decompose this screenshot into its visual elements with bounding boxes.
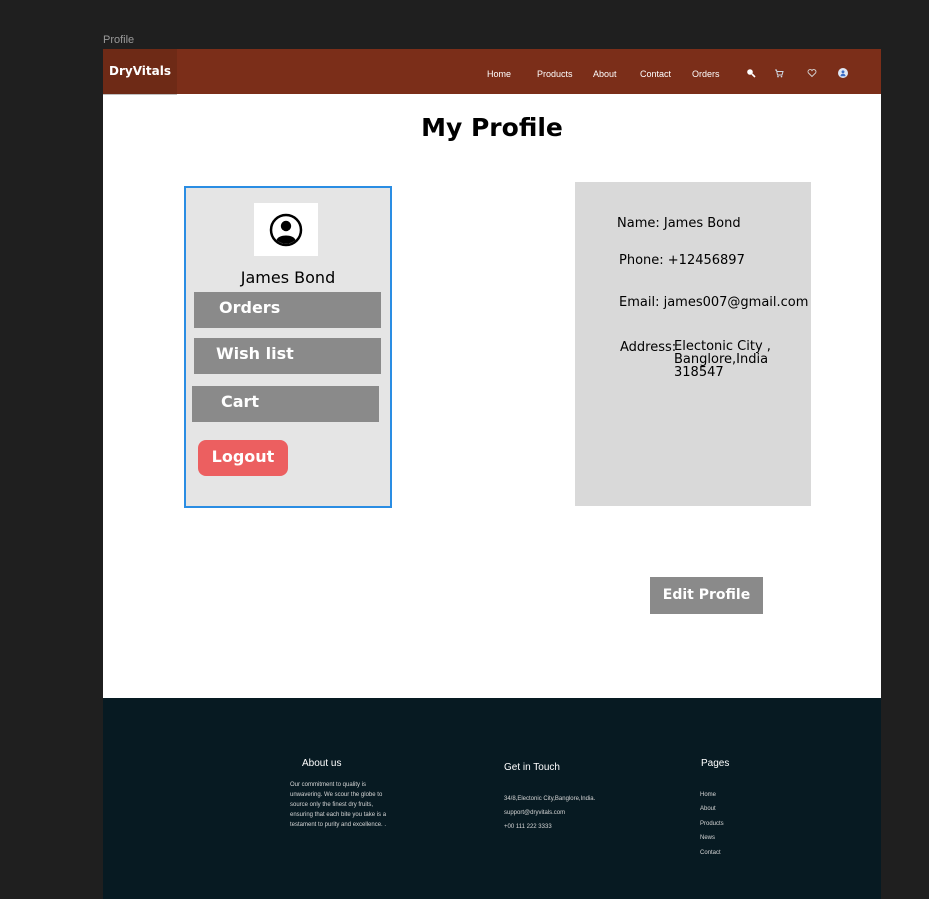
- footer-link-contact[interactable]: Contact: [700, 846, 724, 860]
- footer: About us Our commitment to quality is un…: [103, 698, 881, 899]
- navbar: DryVitals Home Products About Contact Or…: [103, 49, 881, 94]
- about-line: source only the finest dry fruits,: [290, 802, 374, 808]
- frame-label: Profile: [103, 34, 135, 46]
- nav-contact[interactable]: Contact: [640, 69, 671, 79]
- profile-address: Electonic City , Banglore,India 318547: [674, 340, 771, 379]
- logout-button[interactable]: Logout: [198, 440, 288, 476]
- about-line: testament to purity and excellence. .: [290, 822, 387, 828]
- orders-button[interactable]: Orders: [194, 292, 381, 328]
- footer-link-about[interactable]: About: [700, 802, 724, 816]
- footer-phone: +00 111 222 3333: [504, 824, 552, 830]
- about-line: Our commitment to quality is: [290, 782, 367, 788]
- footer-link-home[interactable]: Home: [700, 788, 724, 802]
- footer-about-heading: About us: [302, 758, 342, 769]
- footer-email[interactable]: support@dryvitals.com: [504, 806, 595, 820]
- footer-pages-heading: Pages: [701, 758, 730, 769]
- site-logo[interactable]: DryVitals: [103, 49, 177, 94]
- profile-details: Name: James Bond Phone: +12456897 Email:…: [575, 182, 811, 506]
- footer-address: 34/8,Electonic City,Banglore,India.: [504, 796, 596, 802]
- page-title: My Profile: [421, 113, 563, 142]
- cart-button[interactable]: Cart: [192, 386, 379, 422]
- profile-name: Name: James Bond: [617, 216, 741, 231]
- about-line: unwavering. We scour the globe to: [290, 792, 383, 798]
- profile-sidebar: James Bond Orders Wish list Cart Logout: [184, 186, 392, 508]
- wishlist-button[interactable]: Wish list: [194, 338, 381, 374]
- about-line: ensuring that each bite you take is a: [290, 812, 387, 818]
- avatar: [254, 203, 318, 256]
- profile-address-label: Address:: [620, 340, 677, 355]
- profile-page: DryVitals Home Products About Contact Or…: [103, 49, 881, 899]
- profile-email: Email: james007@gmail.com: [619, 295, 809, 310]
- footer-contact: 34/8,Electonic City,Banglore,India. supp…: [504, 792, 595, 834]
- user-name: James Bond: [240, 268, 336, 287]
- nav-about[interactable]: About: [593, 69, 617, 79]
- footer-link-products[interactable]: Products: [700, 817, 724, 831]
- heart-icon[interactable]: [805, 66, 819, 80]
- user-circle-icon: [269, 213, 303, 246]
- cart-icon[interactable]: [772, 66, 786, 80]
- profile-phone: Phone: +12456897: [619, 253, 745, 268]
- footer-link-news[interactable]: News: [700, 831, 724, 845]
- nav-products[interactable]: Products: [537, 69, 573, 79]
- user-icon[interactable]: [836, 66, 850, 80]
- nav-home[interactable]: Home: [487, 69, 511, 79]
- address-line: 318547: [674, 365, 724, 380]
- edit-profile-button[interactable]: Edit Profile: [650, 577, 763, 614]
- nav-orders[interactable]: Orders: [692, 69, 720, 79]
- search-icon[interactable]: [744, 66, 758, 80]
- footer-touch-heading: Get in Touch: [504, 762, 560, 773]
- footer-about-text: Our commitment to quality is unwavering.…: [290, 780, 386, 830]
- footer-pages: Home About Products News Contact: [700, 788, 724, 860]
